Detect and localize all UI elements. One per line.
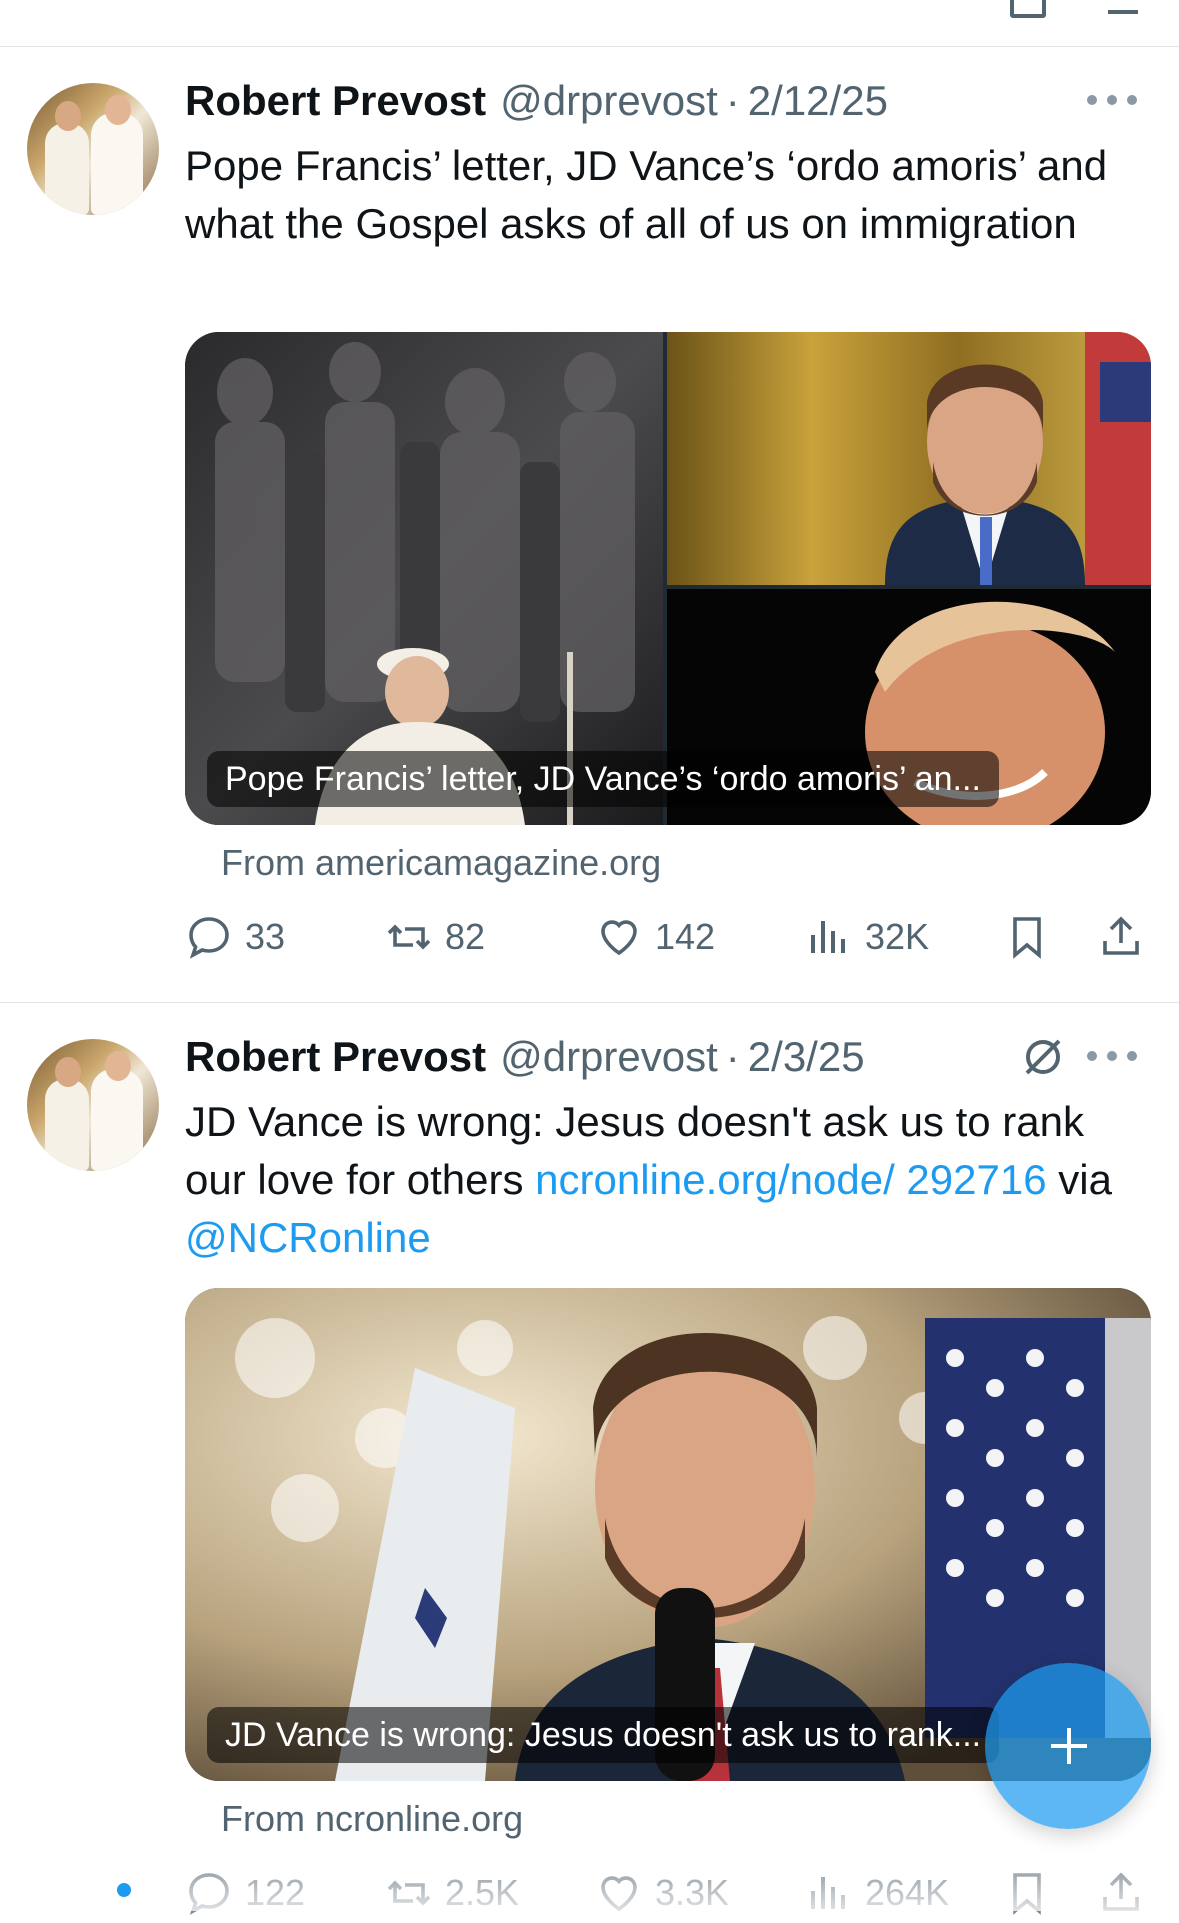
share-icon (1103, 916, 1139, 955)
repost-icon (387, 1880, 431, 1906)
reply-count: 122 (245, 1872, 306, 1913)
tweet-text: JD Vance is wrong: Jesus doesn't ask us … (185, 1093, 1125, 1267)
tweet-link[interactable]: ncronline.org/node/ 292716 (535, 1156, 1046, 1203)
bookmark-icon (1013, 1873, 1041, 1915)
tweet-actions: 33 82 142 32K (185, 907, 1151, 967)
reply-button[interactable]: 122 (185, 1863, 305, 1923)
grok-icon[interactable] (1019, 1033, 1067, 1081)
author-name[interactable]: Robert Prevost (185, 1033, 486, 1081)
tweet-date[interactable]: 2/12/25 (748, 77, 888, 125)
views-button[interactable]: 264K (805, 1863, 949, 1923)
bookmark-button[interactable] (1003, 907, 1063, 967)
views-icon (811, 921, 845, 953)
share-button[interactable] (1097, 907, 1157, 967)
tweet-actions: 122 2.5K 3.3K 264K (185, 1863, 1151, 1923)
card-source[interactable]: From ncronline.org (221, 1798, 523, 1840)
reply-icon (189, 917, 229, 959)
author-name[interactable]: Robert Prevost (185, 77, 486, 125)
more-icon[interactable] (1087, 85, 1137, 115)
repost-count: 82 (445, 916, 486, 957)
reply-icon (189, 1873, 229, 1915)
compose-button[interactable] (985, 1663, 1151, 1829)
home-notification-dot (117, 1883, 131, 1897)
author-handle[interactable]: @drprevost (500, 1033, 718, 1081)
views-count: 32K (865, 916, 930, 957)
like-button[interactable]: 3.3K (595, 1863, 729, 1923)
views-icon (811, 1877, 845, 1909)
repost-icon (387, 924, 431, 950)
previous-share-icon[interactable] (1108, 0, 1138, 14)
like-icon (601, 920, 637, 956)
avatar[interactable] (27, 83, 159, 215)
author-handle[interactable]: @drprevost (500, 77, 718, 125)
like-icon (601, 1876, 637, 1912)
tweet-text: Pope Francis’ letter, JD Vance’s ‘ordo a… (185, 142, 1108, 247)
previous-tweet-actions (0, 0, 1179, 47)
card-source[interactable]: From americamagazine.org (221, 842, 661, 884)
views-count: 264K (865, 1872, 950, 1913)
previous-bookmark-icon[interactable] (1010, 0, 1046, 18)
like-button[interactable]: 142 (595, 907, 715, 967)
repost-button[interactable]: 2.5K (385, 1863, 519, 1923)
link-card[interactable]: Pope Francis’ letter, JD Vance’s ‘ordo a… (185, 332, 1151, 825)
tweet[interactable]: Robert Prevost @drprevost · 2/12/25 Pope… (0, 47, 1179, 1003)
card-caption: JD Vance is wrong: Jesus doesn't ask us … (207, 1707, 1000, 1763)
share-icon (1103, 1872, 1139, 1911)
repost-count: 2.5K (445, 1872, 520, 1913)
tweet-date[interactable]: 2/3/25 (748, 1033, 865, 1081)
avatar[interactable] (27, 1039, 159, 1171)
tweet-header: Robert Prevost @drprevost · 2/3/25 (185, 1033, 865, 1083)
card-caption: Pope Francis’ letter, JD Vance’s ‘ordo a… (207, 751, 999, 807)
reply-count: 33 (245, 916, 286, 957)
share-button[interactable] (1097, 1863, 1157, 1923)
repost-button[interactable]: 82 (385, 907, 485, 967)
bookmark-icon (1013, 917, 1041, 959)
bookmark-button[interactable] (1003, 1863, 1063, 1923)
tweet-text-part: via (1046, 1156, 1112, 1203)
views-button[interactable]: 32K (805, 907, 929, 967)
more-icon[interactable] (1087, 1041, 1137, 1071)
tweet-mention[interactable]: @NCRonline (185, 1214, 431, 1261)
tweet-header: Robert Prevost @drprevost · 2/12/25 (185, 77, 888, 127)
like-count: 142 (655, 916, 716, 957)
separator: · (725, 77, 740, 124)
like-count: 3.3K (655, 1872, 730, 1913)
separator: · (725, 1033, 740, 1080)
reply-button[interactable]: 33 (185, 907, 285, 967)
